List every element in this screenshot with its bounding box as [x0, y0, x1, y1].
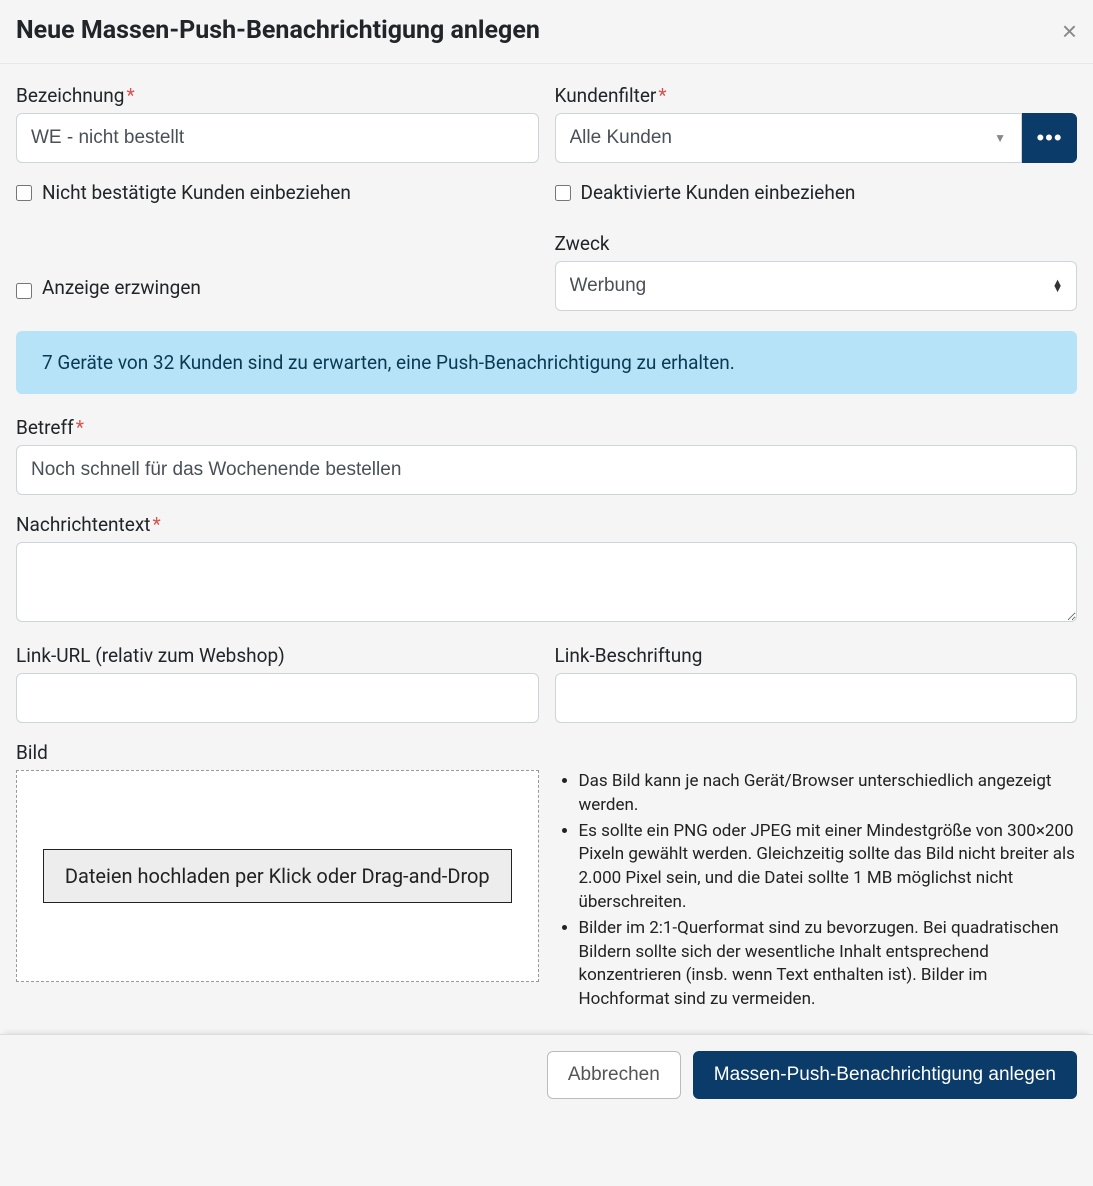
kundenfilter-select[interactable]	[555, 113, 1023, 163]
link-beschriftung-input[interactable]	[555, 673, 1078, 723]
submit-button[interactable]: Massen-Push-Benachrichtigung anlegen	[693, 1051, 1077, 1099]
bezeichnung-input[interactable]	[16, 113, 539, 163]
modal-footer: Abbrechen Massen-Push-Benachrichtigung a…	[0, 1034, 1093, 1115]
modal-body: Bezeichnung Kundenfilter ▼ •••	[0, 64, 1093, 1014]
link-beschriftung-label: Link-Beschriftung	[555, 644, 1078, 667]
nachrichtentext-label: Nachrichtentext	[16, 513, 1077, 536]
betreff-input[interactable]	[16, 445, 1077, 495]
info-banner: 7 Geräte von 32 Kunden sind zu erwarten,…	[16, 331, 1077, 394]
image-hint-item: Bilder im 2:1-Querformat sind zu bevorzu…	[579, 917, 1078, 1012]
image-upload-button[interactable]: Dateien hochladen per Klick oder Drag-an…	[43, 849, 512, 903]
close-button[interactable]: ×	[1062, 18, 1077, 44]
kundenfilter-label: Kundenfilter	[555, 84, 1078, 107]
bild-label: Bild	[16, 741, 1077, 764]
betreff-label: Betreff	[16, 416, 1077, 439]
deaktivierte-checkbox[interactable]	[555, 185, 571, 201]
modal-header: Neue Massen-Push-Benachrichtigung anlege…	[0, 0, 1093, 64]
link-url-input[interactable]	[16, 673, 539, 723]
image-dropzone[interactable]: Dateien hochladen per Klick oder Drag-an…	[16, 770, 539, 982]
kundenfilter-more-button[interactable]: •••	[1022, 113, 1077, 163]
image-hint-item: Das Bild kann je nach Gerät/Browser unte…	[579, 770, 1078, 818]
image-hint-item: Es sollte ein PNG oder JPEG mit einer Mi…	[579, 820, 1078, 915]
bezeichnung-label: Bezeichnung	[16, 84, 539, 107]
link-url-label: Link-URL (relativ zum Webshop)	[16, 644, 539, 667]
nachrichtentext-textarea[interactable]	[16, 542, 1077, 622]
nicht-bestaetigt-checkbox[interactable]	[16, 185, 32, 201]
ellipsis-icon: •••	[1036, 125, 1062, 151]
deaktivierte-label: Deaktivierte Kunden einbeziehen	[581, 181, 856, 204]
zweck-select[interactable]	[555, 261, 1078, 311]
anzeige-erzwingen-label: Anzeige erzwingen	[42, 276, 201, 299]
image-hints: Das Bild kann je nach Gerät/Browser unte…	[555, 770, 1078, 1012]
close-icon: ×	[1062, 16, 1077, 46]
nicht-bestaetigt-label: Nicht bestätigte Kunden einbeziehen	[42, 181, 351, 204]
modal-dialog: Neue Massen-Push-Benachrichtigung anlege…	[0, 0, 1093, 1115]
anzeige-erzwingen-checkbox[interactable]	[16, 283, 32, 299]
zweck-label: Zweck	[555, 232, 1078, 255]
modal-title: Neue Massen-Push-Benachrichtigung anlege…	[16, 16, 540, 45]
cancel-button[interactable]: Abbrechen	[547, 1051, 681, 1099]
